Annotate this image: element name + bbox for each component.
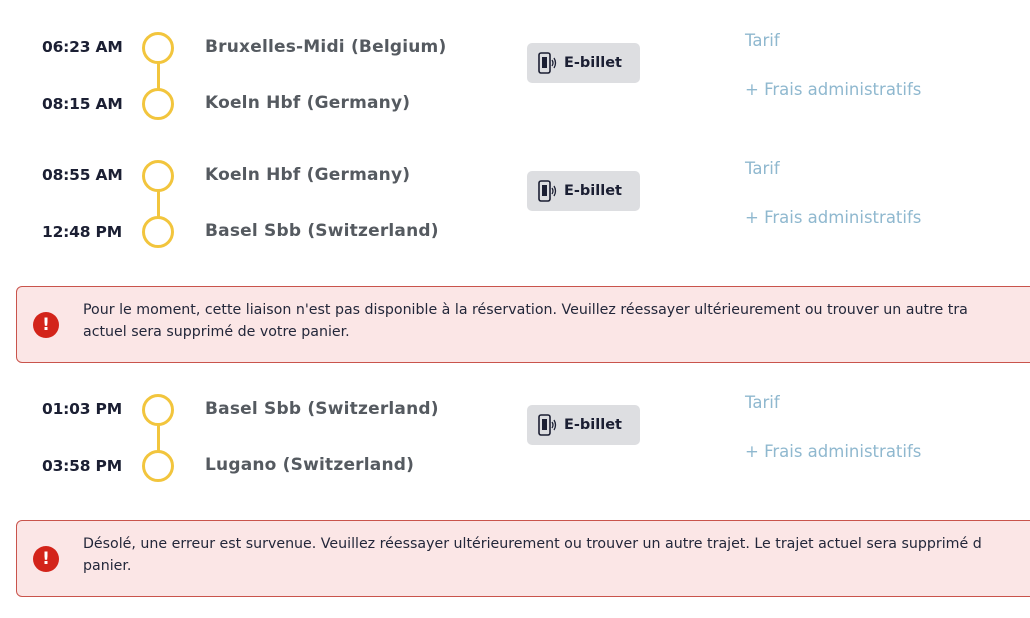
error-alert-unavailable: ! Pour le moment, cette liaison n'est pa…	[16, 286, 1030, 363]
arrival-station: Basel Sbb (Switzerland)	[205, 221, 439, 241]
arrival-station: Koeln Hbf (Germany)	[205, 93, 411, 113]
journey-segment-2: 08:55 AM Koeln Hbf (Germany) 12:48 PM Ba…	[0, 148, 1030, 258]
arrival-stop-marker	[142, 216, 174, 248]
phone-ticket-icon	[537, 51, 557, 75]
tarif-label: Tarif	[745, 159, 780, 178]
alert-message: Désolé, une erreur est survenue. Veuille…	[83, 533, 1030, 577]
departure-time: 08:55 AM	[42, 166, 123, 184]
departure-station: Bruxelles-Midi (Belgium)	[205, 37, 447, 57]
departure-stop-marker	[142, 160, 174, 192]
arrival-station: Lugano (Switzerland)	[205, 455, 415, 475]
arrival-stop-marker	[142, 450, 174, 482]
arrival-stop-marker	[142, 88, 174, 120]
departure-stop-marker	[142, 32, 174, 64]
error-circle-icon: !	[33, 546, 59, 572]
e-billet-button[interactable]: E-billet	[527, 405, 640, 445]
e-billet-button[interactable]: E-billet	[527, 43, 640, 83]
frais-administratifs-link[interactable]: + Frais administratifs	[745, 208, 921, 227]
departure-time: 01:03 PM	[42, 400, 122, 418]
alert-message: Pour le moment, cette liaison n'est pas …	[83, 299, 1030, 343]
frais-administratifs-link[interactable]: + Frais administratifs	[745, 80, 921, 99]
arrival-time: 12:48 PM	[42, 223, 122, 241]
phone-ticket-icon	[537, 413, 557, 437]
departure-stop-marker	[142, 394, 174, 426]
frais-administratifs-link[interactable]: + Frais administratifs	[745, 442, 921, 461]
alert-message-line-1: Pour le moment, cette liaison n'est pas …	[83, 302, 968, 318]
arrival-time: 03:58 PM	[42, 457, 122, 475]
e-billet-button[interactable]: E-billet	[527, 171, 640, 211]
alert-message-line-1: Désolé, une erreur est survenue. Veuille…	[83, 536, 982, 552]
journey-segment-3: 01:03 PM Basel Sbb (Switzerland) 03:58 P…	[0, 382, 1030, 492]
journey-segment-1: 06:23 AM Bruxelles-Midi (Belgium) 08:15 …	[0, 20, 1030, 130]
tarif-label: Tarif	[745, 31, 780, 50]
e-billet-label: E-billet	[564, 417, 622, 433]
error-circle-icon: !	[33, 312, 59, 338]
e-billet-label: E-billet	[564, 55, 622, 71]
departure-station: Koeln Hbf (Germany)	[205, 165, 411, 185]
tarif-label: Tarif	[745, 393, 780, 412]
phone-ticket-icon	[537, 179, 557, 203]
error-alert-generic: ! Désolé, une erreur est survenue. Veuil…	[16, 520, 1030, 597]
arrival-time: 08:15 AM	[42, 95, 123, 113]
departure-time: 06:23 AM	[42, 38, 123, 56]
alert-message-line-2: actuel sera supprimé de votre panier.	[83, 324, 350, 340]
departure-station: Basel Sbb (Switzerland)	[205, 399, 439, 419]
e-billet-label: E-billet	[564, 183, 622, 199]
alert-message-line-2: panier.	[83, 558, 132, 574]
